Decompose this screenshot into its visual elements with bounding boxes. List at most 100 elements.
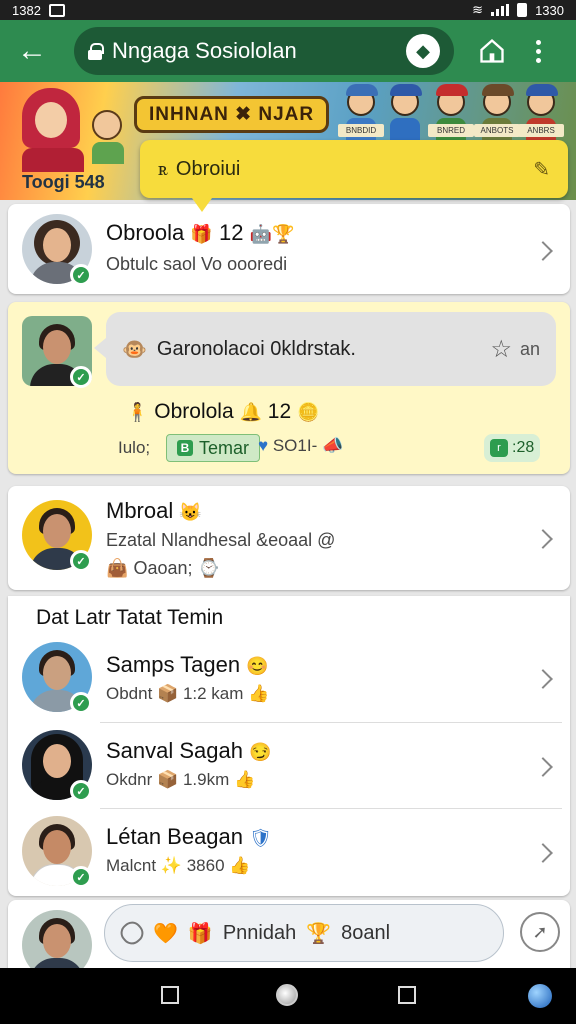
chevron-right-icon[interactable]	[533, 669, 553, 689]
contact-distance: 1.9km	[182, 770, 230, 789]
status-bar: 1382 ≋ 1330	[0, 0, 576, 20]
contact-detail-row: Obdnt 📦 1:2 kam 👍	[106, 684, 269, 704]
home-button[interactable]	[472, 31, 512, 71]
at-icon: @	[317, 530, 336, 550]
bag-icon: 👜	[106, 558, 129, 578]
tooltip-popup[interactable]: ꭱ Obroiui ✎	[140, 140, 568, 212]
banner-character-tag: BNBDID	[338, 124, 384, 137]
compose-placeholder: Pnnidah	[222, 921, 297, 944]
globe-icon[interactable]	[528, 984, 552, 1008]
gift-box-icon[interactable]: 🎁	[188, 921, 213, 946]
message-text: Garonolacoi 0kldrstak.	[156, 337, 356, 360]
pencil-icon[interactable]: ✎	[533, 157, 550, 182]
chat-status: Oaoan;	[133, 558, 193, 578]
chat-card-2[interactable]: ✓ 🐵 Garonolacoi 0kldrstak. ☆ an 🧍 Obrolo…	[8, 302, 570, 474]
contact-detail: Obdnt	[106, 684, 153, 703]
battery-icon	[517, 3, 528, 17]
home-nav-icon[interactable]	[276, 984, 298, 1006]
chat-count: 12	[267, 400, 292, 423]
chat-name: Obrolola	[154, 400, 234, 423]
contact-row-1[interactable]: ✓ Samps Tagen 😊 Obdnt 📦 1:2 kam 👍	[8, 638, 570, 722]
share-icon[interactable]: ◆	[406, 34, 440, 68]
star-icon[interactable]: ☆	[490, 335, 512, 364]
verified-check-icon: ✓	[70, 780, 92, 802]
address-bar[interactable]: Nngaga Sosiololan ◆	[74, 27, 454, 75]
thumb-icon: 👍	[233, 770, 256, 789]
chat-card-3[interactable]: ✓ Mbroal 😺 Ezatal Nlandhesal &eoaal @ 👜 …	[8, 486, 570, 590]
sticker-icon[interactable]: 🧡	[153, 921, 178, 946]
box-icon: 📦	[157, 684, 179, 703]
banner-character-5: ANBRS	[518, 84, 564, 148]
verified-check-icon: ✓	[70, 264, 92, 286]
banner-character-3: BNRED	[428, 84, 474, 148]
unread-badge-text: :28	[512, 439, 535, 456]
chat-name: Obroola	[106, 220, 185, 245]
contact-name: Létan Beagan	[106, 824, 244, 849]
chevron-right-icon[interactable]	[533, 241, 553, 261]
divider	[100, 808, 562, 809]
send-icon[interactable]: ➚	[520, 912, 560, 952]
contact-detail-row: Okdnr 📦 1.9km 👍	[106, 770, 255, 790]
wifi-icon: ≋	[472, 2, 484, 17]
contact-emoji: 🛡	[249, 827, 273, 848]
chevron-right-icon[interactable]	[533, 843, 553, 863]
contact-row-3[interactable]: ✓ Létan Beagan 🛡 Malcnt ✨ 3860 👍	[8, 812, 570, 896]
lock-icon	[88, 43, 104, 60]
contact-emoji: 😏	[249, 741, 272, 762]
contact-name-row: Sanval Sagah 😏	[106, 738, 272, 764]
message-bubble[interactable]: 🐵 Garonolacoi 0kldrstak. ☆ an	[94, 312, 556, 386]
banner-subtitle: Toogi 548	[22, 172, 105, 192]
chevron-right-icon[interactable]	[533, 529, 553, 549]
chat-preview-row: Obtulc saol Vo oooredi	[106, 254, 287, 275]
status-time-right: 1330	[535, 2, 564, 18]
clock-icon: ⌚	[197, 558, 220, 578]
back-arrow-icon[interactable]: ←	[12, 31, 52, 71]
divider	[100, 722, 562, 723]
app-bar: ← Nngaga Sosiololan ◆	[0, 20, 576, 82]
tag-chip-icon: B	[177, 440, 193, 456]
chevron-right-icon[interactable]	[533, 757, 553, 777]
compose-extra: 8oanl	[341, 921, 391, 944]
unread-badge: r :28	[484, 434, 541, 462]
banner-character-4: ANBOTS	[474, 84, 520, 148]
chat-count: 12	[218, 220, 244, 245]
heart-icon: ♥	[258, 436, 269, 455]
page-title: Nngaga Sosiololan	[112, 38, 297, 63]
message-compose-input[interactable]: 🧡 🎁 Pnnidah 🏆 8oanl	[104, 904, 504, 962]
attach-icon[interactable]	[116, 917, 148, 949]
status-time-left: 1382	[12, 2, 41, 18]
contact-name: Samps Tagen	[106, 652, 241, 677]
chat-preview-row: Ezatal Nlandhesal &eoaal @	[106, 530, 335, 551]
recent-apps-icon[interactable]	[161, 986, 179, 1004]
bubble-side-label: an	[519, 338, 540, 359]
contact-row-2[interactable]: ✓ Sanval Sagah 😏 Okdnr 📦 1.9km 👍	[8, 724, 570, 808]
tag-chip[interactable]: B Temar	[166, 434, 261, 462]
contact-detail: Okdnr	[106, 770, 153, 789]
megaphone-icon: 📣	[321, 436, 344, 455]
contact-name-row: Samps Tagen 😊	[106, 652, 269, 678]
thumb-icon: 👍	[229, 856, 251, 875]
tooltip-text: Obroiui	[175, 157, 241, 180]
cup-icon[interactable]: 🏆	[306, 921, 331, 946]
contact-detail-row: Malcnt ✨ 3860 👍	[106, 856, 250, 876]
hero-character-boy	[92, 110, 126, 164]
chat-preview: Obtulc saol Vo oooredi	[106, 254, 288, 274]
chat-card-1[interactable]: ✓ Obroola 🎁 12 🤖🏆 Obtulc saol Vo oooredi	[8, 204, 570, 294]
smile-icon: 😺	[179, 501, 202, 522]
verified-check-icon: ✓	[70, 366, 92, 388]
system-nav-bar	[0, 968, 576, 1024]
chat-extra: SO1I-	[272, 436, 318, 455]
thumb-icon: 👍	[248, 684, 270, 703]
contact-emoji: 😊	[246, 655, 269, 676]
more-menu-icon[interactable]	[526, 39, 550, 63]
contact-name: Sanval Sagah	[106, 738, 243, 763]
chat-preview: Ezatal Nlandhesal &eoaal	[106, 530, 313, 550]
sparkle-icon: ✨	[160, 856, 182, 875]
back-nav-icon[interactable]	[398, 986, 416, 1004]
chat-name-row: 🧍 Obrolola 🔔 12 🪙	[126, 400, 319, 424]
box-icon: 📦	[157, 770, 179, 789]
verified-check-icon: ✓	[70, 866, 92, 888]
signal-icon	[491, 4, 510, 16]
verified-check-icon: ✓	[70, 550, 92, 572]
banner-character-tag: ANBOTS	[474, 124, 520, 137]
